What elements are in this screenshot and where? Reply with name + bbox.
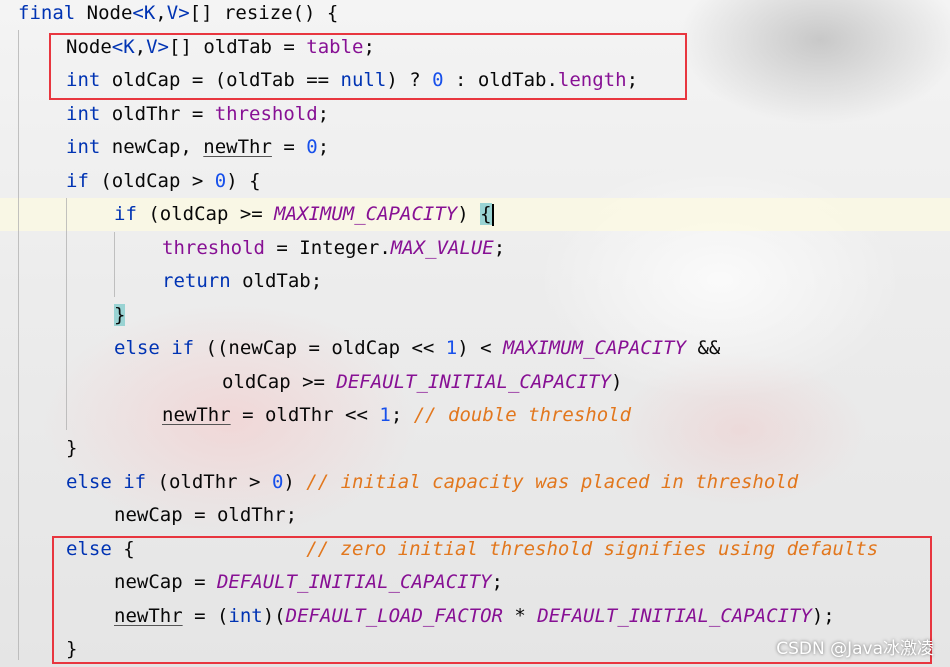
code-line: if (oldCap > 0) {	[66, 170, 261, 192]
code-line: else if (oldThr > 0) // initial capacity…	[66, 471, 799, 493]
code-line: }	[114, 299, 126, 332]
code-line: if (oldCap >= MAXIMUM_CAPACITY) {	[114, 203, 494, 226]
text-cursor	[491, 203, 494, 226]
indent-guide	[66, 198, 67, 430]
code-editor[interactable]: final Node<K,V>[] resize() { Node<K,V>[]…	[0, 0, 950, 667]
code-line: oldCap >= DEFAULT_INITIAL_CAPACITY)	[222, 371, 623, 393]
code-line: return oldTab;	[162, 270, 323, 292]
matched-brace: {	[480, 203, 492, 225]
matched-brace: }	[114, 304, 126, 326]
indent-guide	[114, 232, 115, 297]
code-line: newCap = oldThr;	[114, 504, 298, 526]
code-line: }	[66, 437, 78, 459]
code-line: int newCap, newThr = 0;	[66, 136, 330, 158]
code-line: else if ((newCap = oldCap << 1) < MAXIMU…	[114, 337, 721, 359]
watermark-text: CSDN @Java冰激凌	[776, 639, 934, 659]
code-line: int oldThr = threshold;	[66, 103, 330, 125]
highlight-box	[49, 33, 687, 100]
indent-guide	[18, 30, 19, 660]
code-line: threshold = Integer.MAX_VALUE;	[162, 237, 506, 259]
code-line: newThr = oldThr << 1; // double threshol…	[162, 404, 632, 426]
code-line: final Node<K,V>[] resize() {	[18, 2, 339, 24]
